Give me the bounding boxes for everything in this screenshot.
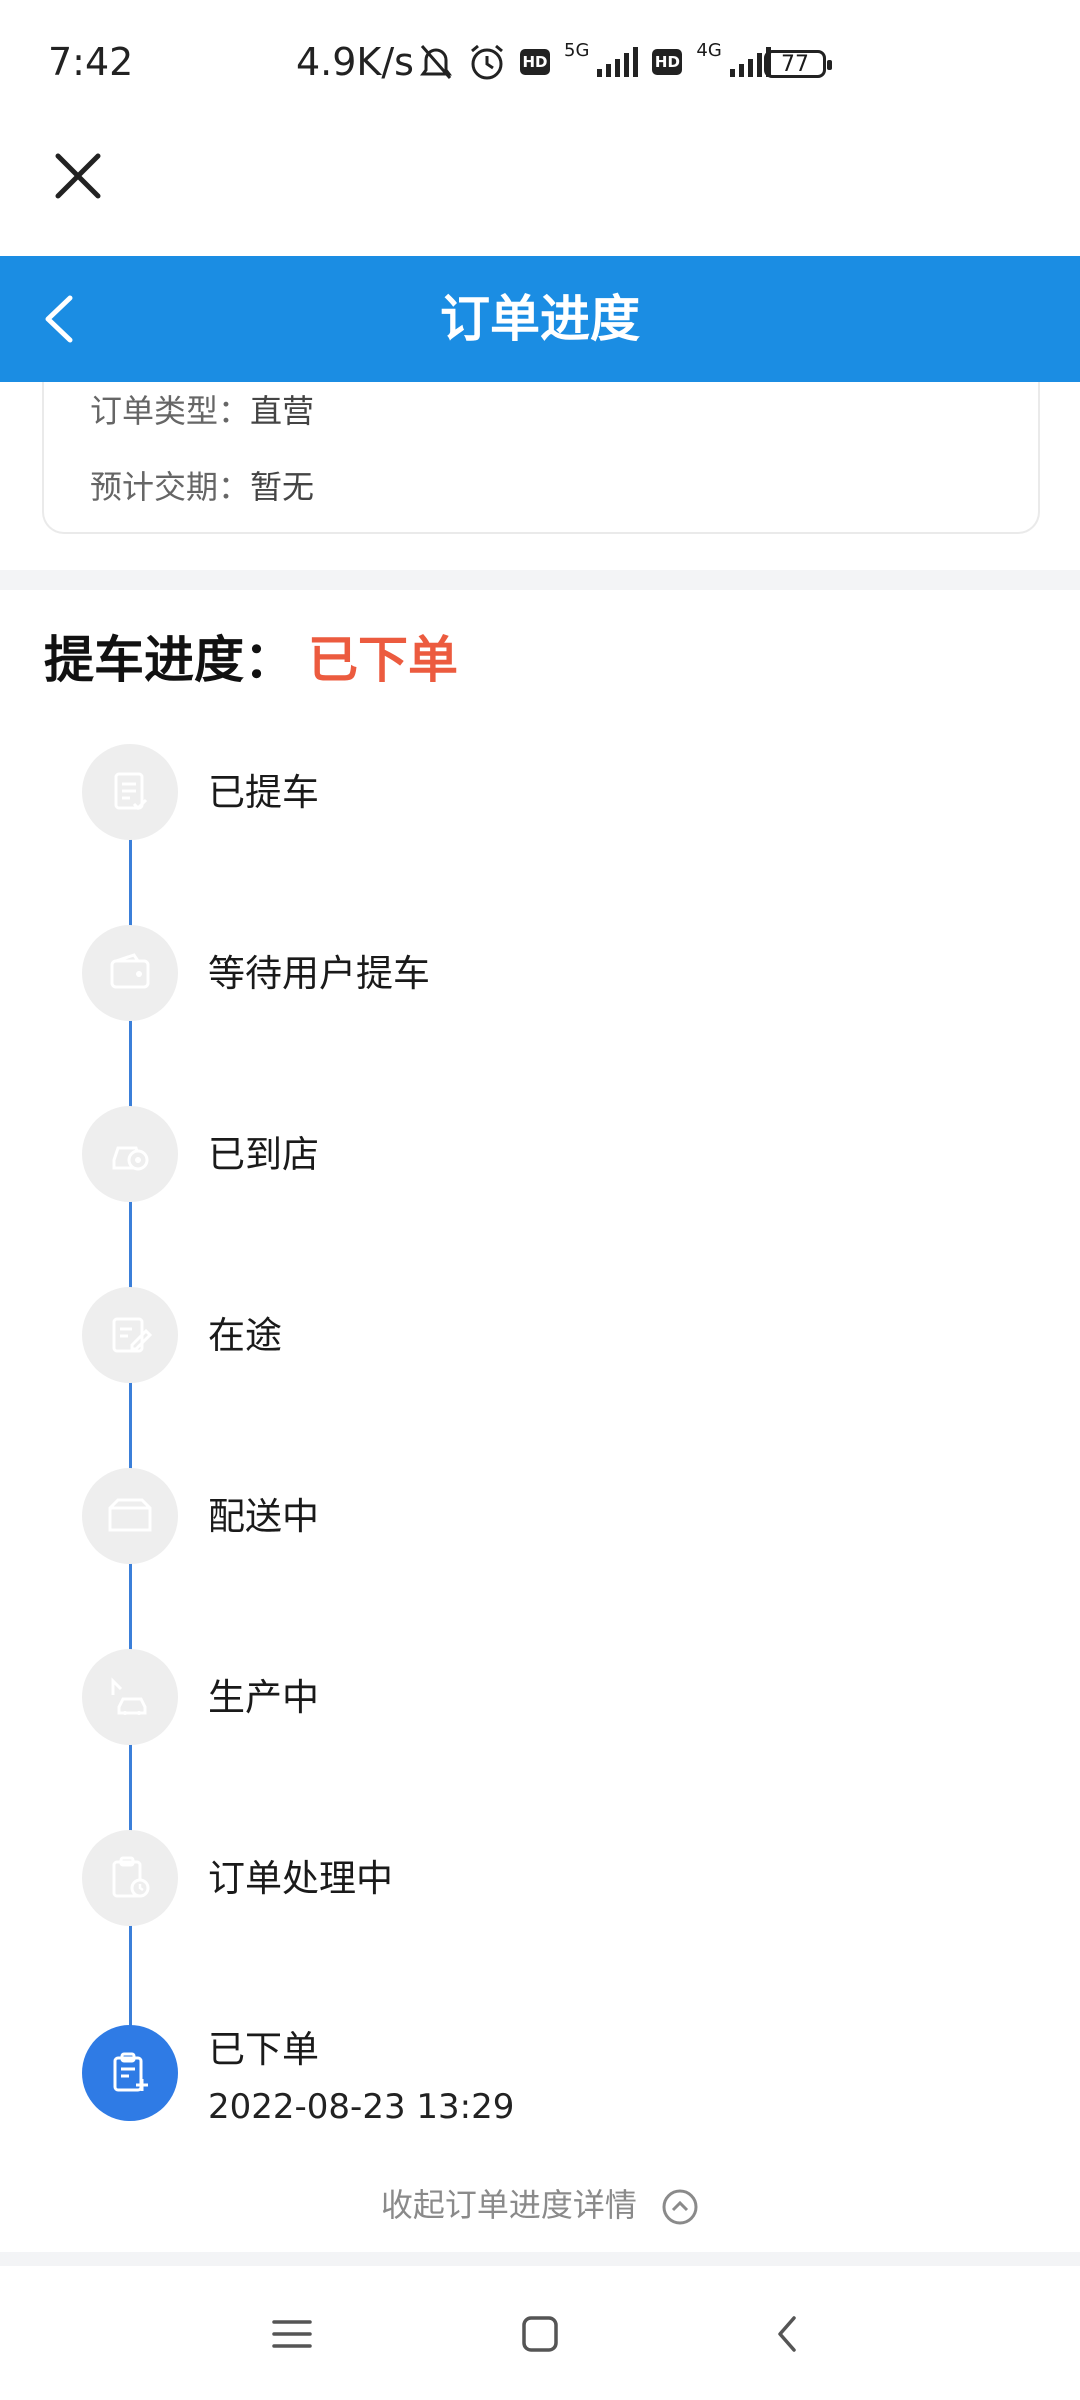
step-label: 订单处理中 [208, 1857, 393, 1900]
delivery-date-value: 暂无 [250, 468, 315, 506]
clipboard-plus-icon [82, 2025, 178, 2121]
order-type-row: 订单类型：直营 [90, 386, 314, 432]
hd-badge: HD [652, 49, 683, 75]
collapse-label: 收起订单进度详情 [380, 2186, 637, 2224]
section-divider [0, 570, 1080, 590]
step-label: 已到店 [208, 1133, 319, 1176]
step-label: 已提车 [208, 771, 319, 814]
step-label: 已下单 [208, 2028, 319, 2071]
collapse-progress-link[interactable]: 收起订单进度详情 [0, 2180, 1080, 2226]
status-bar: 7:42 4.9K/s HD 5G HD 4G 77 [0, 0, 1080, 128]
hd-badge: HD [520, 49, 550, 75]
chevron-up-circle-icon [662, 2189, 698, 2225]
network-type: 5G [564, 39, 590, 61]
bottom-divider [0, 2252, 1080, 2266]
status-time: 7:42 [48, 40, 134, 84]
mute-bell-icon [420, 45, 452, 79]
back-icon[interactable] [760, 2306, 816, 2362]
alarm-icon [471, 44, 503, 80]
erp-box-icon [82, 1468, 178, 1564]
step-time: 2022-08-23 13:29 [208, 2087, 515, 2127]
net-speed: 4.9K/s [296, 40, 414, 84]
signal-icon [597, 47, 639, 77]
battery-icon: 77 [764, 50, 832, 78]
progress-title: 提车进度： [44, 631, 294, 689]
home-icon[interactable] [512, 2306, 568, 2362]
step-label: 生产中 [208, 1676, 319, 1719]
delivery-date-label: 预计交期： [90, 468, 251, 506]
step-label: 配送中 [208, 1495, 319, 1538]
step-label: 等待用户提车 [208, 952, 430, 995]
system-nav-bar [0, 2266, 1080, 2400]
nav-header: 订单进度 [0, 256, 1080, 382]
checklist-icon [82, 744, 178, 840]
step-label: 在途 [208, 1314, 282, 1357]
close-icon[interactable] [52, 150, 104, 202]
edit-doc-icon [82, 1287, 178, 1383]
status-icons: HD 5G HD 4G [418, 38, 771, 86]
wallet-icon [82, 925, 178, 1021]
page-title: 订单进度 [440, 290, 640, 348]
order-type-label: 订单类型： [90, 392, 251, 430]
car-store-icon [82, 1106, 178, 1202]
factory-car-icon [82, 1649, 178, 1745]
delivery-date-row: 预计交期：暂无 [90, 462, 314, 508]
clipboard-clock-icon [82, 1830, 178, 1926]
menu-icon[interactable] [264, 2306, 320, 2362]
progress-status: 已下单 [308, 631, 458, 689]
order-type-value: 直营 [250, 392, 315, 430]
network-type: 4G [696, 39, 722, 61]
